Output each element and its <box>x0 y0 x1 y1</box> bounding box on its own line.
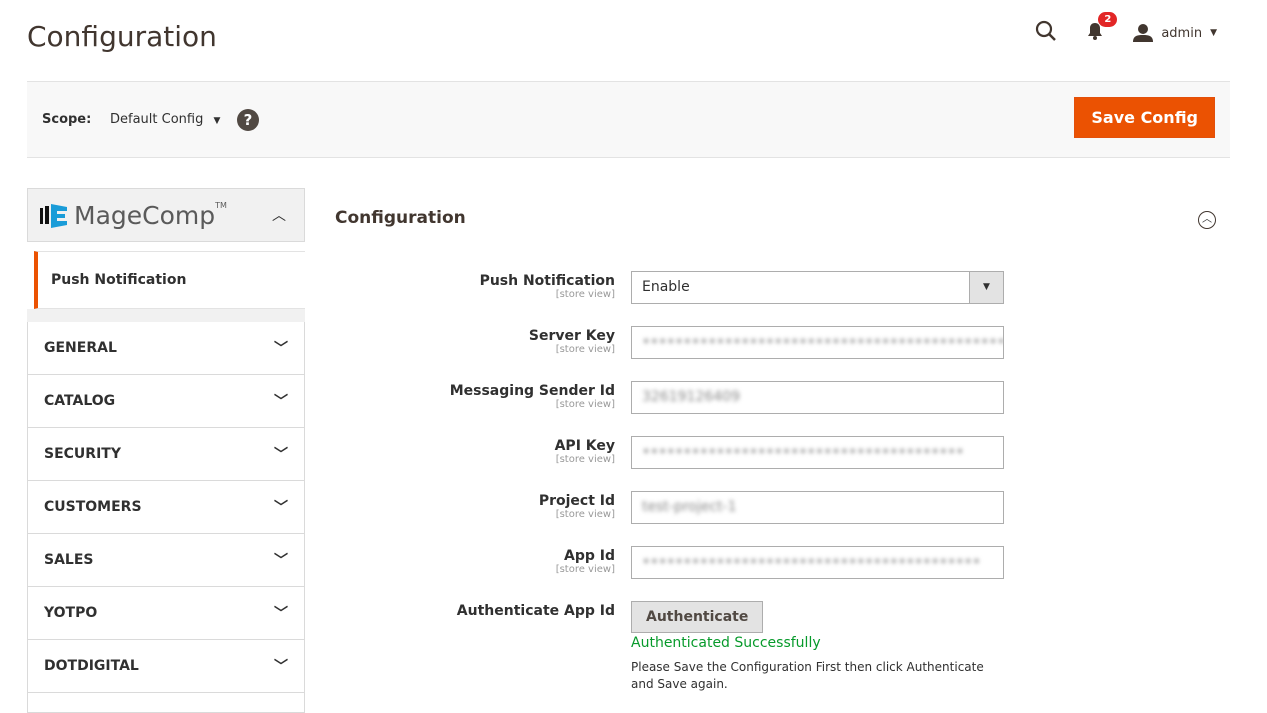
collapse-section-icon[interactable]: ︿ <box>1198 211 1216 229</box>
caret-down-icon: ▼ <box>213 116 221 126</box>
app-id-input[interactable]: ••••••••••••••••••••••••••••••••••••••••… <box>631 546 1004 579</box>
sidebar-section-more[interactable] <box>27 693 305 713</box>
user-name: admin <box>1161 25 1203 41</box>
scope-value: Default Config <box>110 112 204 127</box>
auth-note: Please Save the Configuration First then… <box>631 660 984 691</box>
field-label: App Id [store view] <box>555 548 615 575</box>
scope-switcher[interactable]: Default Config ▼ <box>110 112 220 127</box>
sidebar-section-sales[interactable]: SALES ﹀ <box>27 534 305 587</box>
push-notification-select[interactable]: Enable ▼ <box>631 271 1004 304</box>
project-id-input[interactable]: test-project-1 <box>631 491 1004 524</box>
chevron-down-icon: ﹀ <box>274 447 288 463</box>
magecomp-tab[interactable]: MageCompTM ︿ <box>27 188 305 242</box>
caret-down-icon: ▼ <box>969 272 1003 303</box>
config-sidebar: MageCompTM ︿ Push Notification GENERAL ﹀ … <box>27 188 305 713</box>
sidebar-section-catalog[interactable]: CATALOG ﹀ <box>27 375 305 428</box>
sidebar-section-dotdigital[interactable]: DOTDIGITAL ﹀ <box>27 640 305 693</box>
notifications-button[interactable]: 2 <box>1087 11 1118 45</box>
field-label: Authenticate App Id <box>456 603 615 619</box>
caret-down-icon: ▼ <box>1210 28 1217 38</box>
sidebar-section-customers[interactable]: CUSTOMERS ﹀ <box>27 481 305 534</box>
messaging-sender-id-input[interactable]: 32619126409 <box>631 381 1004 414</box>
header-actions: 2 admin ▼ <box>1035 11 1217 46</box>
chevron-down-icon: ﹀ <box>274 553 288 569</box>
save-config-button[interactable]: Save Config <box>1074 97 1215 138</box>
user-menu[interactable]: admin ▼ <box>1133 24 1217 42</box>
sidebar-section-yotpo[interactable]: YOTPO ﹀ <box>27 587 305 640</box>
search-icon[interactable] <box>1035 20 1057 46</box>
magecomp-logo-icon <box>40 204 67 228</box>
page-title: Configuration <box>27 20 217 53</box>
chevron-down-icon: ﹀ <box>274 341 288 357</box>
chevron-down-icon: ﹀ <box>274 394 288 410</box>
chevron-down-icon: ﹀ <box>274 500 288 516</box>
notification-badge: 2 <box>1098 11 1118 27</box>
field-label: Project Id [store view] <box>538 493 615 520</box>
sidebar-item-push-notification[interactable]: Push Notification <box>34 251 305 309</box>
chevron-down-icon: ﹀ <box>274 659 288 675</box>
brand-name: MageCompTM <box>74 200 227 230</box>
section-title: Configuration <box>335 208 466 228</box>
auth-status: Authenticated Successfully <box>631 635 821 651</box>
chevron-down-icon: ﹀ <box>274 606 288 622</box>
divider <box>27 309 305 322</box>
authenticate-button[interactable]: Authenticate <box>631 601 764 633</box>
field-label: Server Key [store view] <box>528 328 615 355</box>
field-label: API Key [store view] <box>554 438 615 465</box>
server-key-input[interactable]: ••••••••••••••••••••••••••••••••••••••••… <box>631 326 1004 359</box>
user-icon <box>1133 24 1154 42</box>
sidebar-section-security[interactable]: SECURITY ﹀ <box>27 428 305 481</box>
sidebar-section-general[interactable]: GENERAL ﹀ <box>27 322 305 375</box>
api-key-input[interactable]: ••••••••••••••••••••••••••••••••••••••• <box>631 436 1004 469</box>
field-label: Push Notification [store view] <box>479 273 615 300</box>
chevron-up-icon: ︿ <box>272 208 286 224</box>
scope-label: Scope: <box>42 112 92 127</box>
field-label: Messaging Sender Id [store view] <box>449 383 615 410</box>
help-icon[interactable]: ? <box>237 109 259 131</box>
scope-bar: Scope: Default Config ▼ ? Save Config <box>27 81 1230 158</box>
